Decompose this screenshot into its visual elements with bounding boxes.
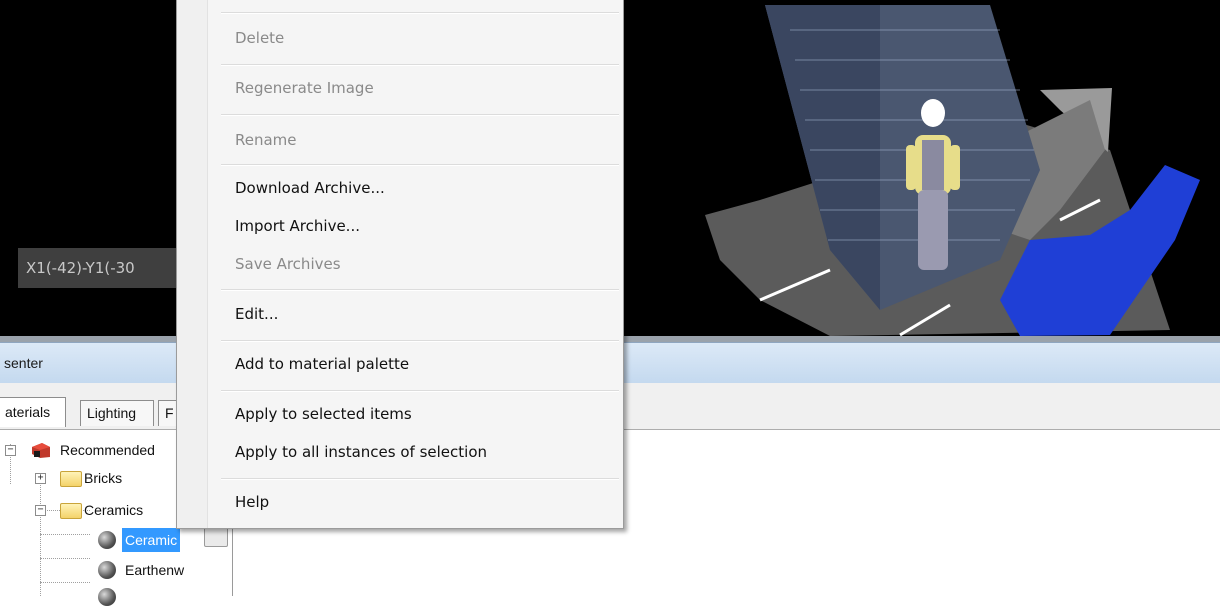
menu-separator [221,289,619,291]
menu-item-save-archives[interactable]: Save Archives [235,255,341,273]
tree-item-label: Bricks [84,470,123,486]
scrollbar-thumb[interactable] [204,527,228,547]
menu-separator [221,12,619,14]
tab-materials[interactable]: aterials [0,397,66,427]
sphere-icon [98,561,116,579]
tree-item-ceramic[interactable]: Ceramic [0,528,232,552]
menu-separator [221,478,619,480]
coordinate-readout: X1(-42)-Y1(-30 [18,248,196,288]
collapse-icon[interactable]: − [5,445,16,456]
menu-separator [221,114,619,116]
menu-separator [221,390,619,392]
box-icon [30,441,52,459]
context-menu: Delete Regenerate Image Rename Download … [176,0,624,529]
tab-lighting[interactable]: Lighting [80,400,154,426]
menu-item-apply-to-all-instances[interactable]: Apply to all instances of selection [235,443,487,461]
presenter-title: senter [4,355,43,371]
menu-separator [221,64,619,66]
folder-icon [60,503,82,519]
tree-item-label-selected: Ceramic [122,528,181,552]
menu-separator [221,164,619,166]
tree-item-label: Earthenw [125,562,185,578]
sphere-icon [98,531,116,549]
folder-icon [60,471,82,487]
menu-separator [221,340,619,342]
menu-item-edit[interactable]: Edit... [235,305,278,323]
menu-item-delete[interactable]: Delete [235,29,284,47]
menu-item-help[interactable]: Help [235,493,269,511]
tree-item-label: Ceramics [84,502,144,518]
menu-item-download-archive[interactable]: Download Archive... [235,179,385,197]
menu-item-add-to-material-palette[interactable]: Add to material palette [235,355,409,373]
sphere-icon [98,588,116,606]
tree-item-earthenware[interactable]: Earthenw [0,558,232,582]
menu-item-regenerate-image[interactable]: Regenerate Image [235,79,374,97]
menu-item-apply-to-selected[interactable]: Apply to selected items [235,405,412,423]
menu-item-rename[interactable]: Rename [235,131,297,149]
tree-guide-line [40,582,90,583]
tree-item-label: Recommended [60,442,155,458]
expand-icon[interactable]: + [35,473,46,484]
menu-item-import-archive[interactable]: Import Archive... [235,217,360,235]
menu-icon-gutter [177,0,208,528]
collapse-icon[interactable]: − [35,505,46,516]
